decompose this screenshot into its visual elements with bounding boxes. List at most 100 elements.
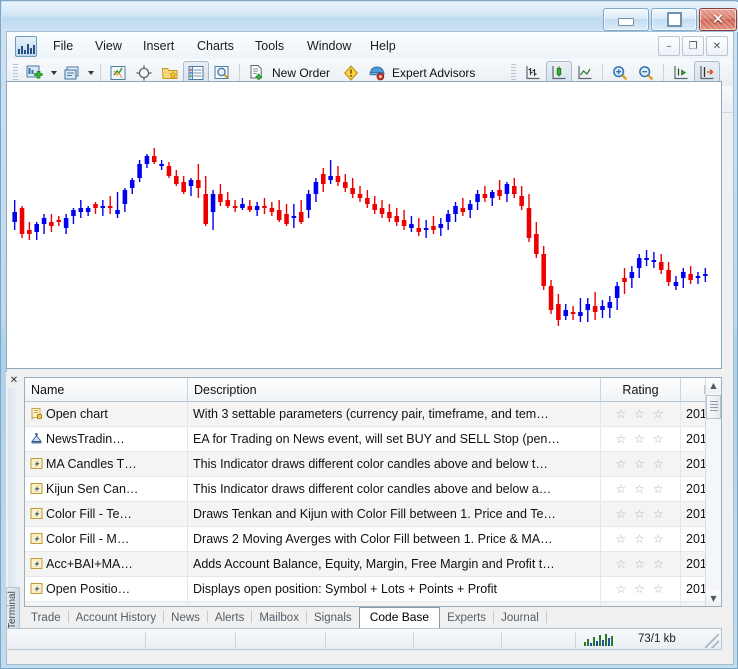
window-maximize-button[interactable] xyxy=(651,8,697,31)
candle-body xyxy=(298,212,304,222)
cell-rating[interactable]: ☆ ☆ ☆ xyxy=(600,401,681,427)
cell-description: This Indicator draws different color can… xyxy=(187,476,601,502)
mdi-close-button[interactable]: ✕ xyxy=(706,36,728,56)
candle-body xyxy=(188,180,194,186)
terminal-vertical-label: Terminal xyxy=(6,587,20,633)
candle-body xyxy=(152,156,157,162)
table-row[interactable]: Color Fill - M… Draws 2 Moving Averges wi… xyxy=(25,526,721,552)
terminal-tab-journal[interactable]: Journal xyxy=(494,610,546,627)
rating-stars-icon[interactable]: ☆ ☆ ☆ xyxy=(616,532,666,546)
terminal-sidebar xyxy=(8,388,20,610)
scroll-down-arrow-icon[interactable]: ▼ xyxy=(706,591,721,606)
menu-item-view[interactable]: View xyxy=(89,37,128,55)
terminal-tab-trade[interactable]: Trade xyxy=(24,610,68,627)
menu-item-insert[interactable]: Insert xyxy=(137,37,180,55)
rating-stars-icon[interactable]: ☆ ☆ ☆ xyxy=(616,582,666,596)
window-close-button[interactable]: ✕ xyxy=(699,8,737,31)
code-base-rows: Open chart With 3 settable parameters (cu… xyxy=(25,401,721,606)
window-minimize-button[interactable] xyxy=(603,8,649,31)
candle-body xyxy=(387,212,392,218)
terminal-tab-alerts[interactable]: Alerts xyxy=(208,610,251,627)
candle-body xyxy=(600,306,605,310)
rating-stars-icon[interactable]: ☆ ☆ ☆ xyxy=(616,432,666,446)
cell-rating[interactable]: ☆ ☆ ☆ xyxy=(600,551,681,577)
rating-stars-icon[interactable]: ☆ ☆ ☆ xyxy=(616,557,666,571)
menu-item-help[interactable]: Help xyxy=(364,37,402,55)
rating-stars-icon[interactable]: ☆ ☆ ☆ xyxy=(616,507,666,521)
cell-description: Draws Tenkan and Kijun with Color Fill b… xyxy=(187,501,601,527)
rating-stars-icon[interactable]: ☆ ☆ ☆ xyxy=(616,407,666,421)
table-row[interactable]: Kijun Sen Can… This Indicator draws diffe… xyxy=(25,476,721,502)
table-row[interactable]: Acc+BAI+MA… Adds Account Balance, Equity,… xyxy=(25,551,721,577)
code-base-table: Name Description Rating Da… ▽ Open chart… xyxy=(25,378,721,606)
menu-item-window[interactable]: Window xyxy=(301,37,357,55)
terminal-tab-news[interactable]: News xyxy=(164,610,207,627)
cell-description: This Indicator draws different color can… xyxy=(187,451,601,477)
expert-advisors-label[interactable]: Expert Advisors xyxy=(392,66,475,80)
cell-rating[interactable]: ☆ ☆ ☆ xyxy=(600,476,681,502)
chart-window[interactable] xyxy=(6,81,722,369)
candle-body xyxy=(445,214,451,222)
candle-body xyxy=(137,164,142,178)
terminal-tab-mailbox[interactable]: Mailbox xyxy=(252,610,306,627)
rating-stars-icon[interactable]: ☆ ☆ ☆ xyxy=(616,457,666,471)
cell-rating[interactable]: ☆ ☆ ☆ xyxy=(600,601,681,606)
candle-body xyxy=(409,224,414,228)
toolbar-separator xyxy=(100,63,101,82)
terminal-tab-code-base[interactable]: Code Base xyxy=(358,607,441,628)
toolbar-grip[interactable] xyxy=(13,63,18,82)
table-row[interactable]: Color Fill - Te… Draws Tenkan and Kijun w… xyxy=(25,501,721,527)
candle-body xyxy=(306,194,311,210)
grid-vertical-scrollbar[interactable]: ▲ ▼ xyxy=(705,378,721,606)
menu-bar: File View Insert Charts Tools Window Hel… xyxy=(7,32,733,60)
column-header-description[interactable]: Description xyxy=(187,378,601,402)
menu-item-charts[interactable]: Charts xyxy=(191,37,240,55)
candle-body xyxy=(681,272,686,278)
candle-body xyxy=(232,206,238,208)
code-base-grid[interactable]: Name Description Rating Da… ▽ Open chart… xyxy=(24,377,722,607)
cell-rating[interactable]: ☆ ☆ ☆ xyxy=(600,501,681,527)
toolbar-separator xyxy=(239,63,240,82)
table-row[interactable]: NewsTradin… EA for Trading on News event,… xyxy=(25,426,721,452)
cell-rating[interactable]: ☆ ☆ ☆ xyxy=(600,576,681,602)
application-window: ✕ File View Insert Charts Tools Window H… xyxy=(0,0,738,669)
candle-body xyxy=(357,194,363,198)
scrollbar-thumb[interactable] xyxy=(706,395,721,419)
terminal-tab-account-history[interactable]: Account History xyxy=(69,610,164,627)
candle-body xyxy=(41,218,47,224)
table-row[interactable]: MA Candles T… This Indicator draws differ… xyxy=(25,451,721,477)
menu-item-tools[interactable]: Tools xyxy=(249,37,290,55)
terminal-tab-signals[interactable]: Signals xyxy=(307,610,359,627)
terminal-tab-experts[interactable]: Experts xyxy=(440,610,493,627)
candle-body xyxy=(174,176,179,184)
cell-name: Color Fill - M… xyxy=(25,526,188,552)
menu-item-file[interactable]: File xyxy=(47,37,79,55)
resize-grip-icon[interactable] xyxy=(705,634,719,648)
mdi-restore-button[interactable]: ❐ xyxy=(682,36,704,56)
mdi-minimize-button[interactable]: – xyxy=(658,36,680,56)
terminal-close-icon[interactable]: ✕ xyxy=(6,372,22,388)
table-row[interactable]: Open Positio… Displays open position: Sym… xyxy=(25,576,721,602)
candle-body xyxy=(401,220,407,226)
column-header-rating[interactable]: Rating xyxy=(600,378,681,402)
rating-stars-icon[interactable]: ☆ ☆ ☆ xyxy=(616,482,666,496)
indicator-icon xyxy=(30,507,43,520)
script-icon xyxy=(30,407,43,420)
candle-body xyxy=(203,194,208,224)
scroll-up-arrow-icon[interactable]: ▲ xyxy=(706,378,721,393)
candle-body xyxy=(276,210,282,220)
candle-body xyxy=(512,186,517,194)
cell-rating[interactable]: ☆ ☆ ☆ xyxy=(600,526,681,552)
column-header-name[interactable]: Name xyxy=(25,378,188,402)
candle-body xyxy=(328,176,333,180)
candle-body xyxy=(629,272,635,278)
candle-body xyxy=(658,262,664,270)
cell-rating[interactable]: ☆ ☆ ☆ xyxy=(600,426,681,452)
candle-body xyxy=(313,182,319,194)
new-order-label[interactable]: New Order xyxy=(272,66,330,80)
candle-body xyxy=(467,204,473,210)
toolbar-grip-2[interactable] xyxy=(511,63,517,82)
candle-body xyxy=(71,210,76,216)
table-row[interactable]: Open chart With 3 settable parameters (cu… xyxy=(25,401,721,427)
cell-rating[interactable]: ☆ ☆ ☆ xyxy=(600,451,681,477)
